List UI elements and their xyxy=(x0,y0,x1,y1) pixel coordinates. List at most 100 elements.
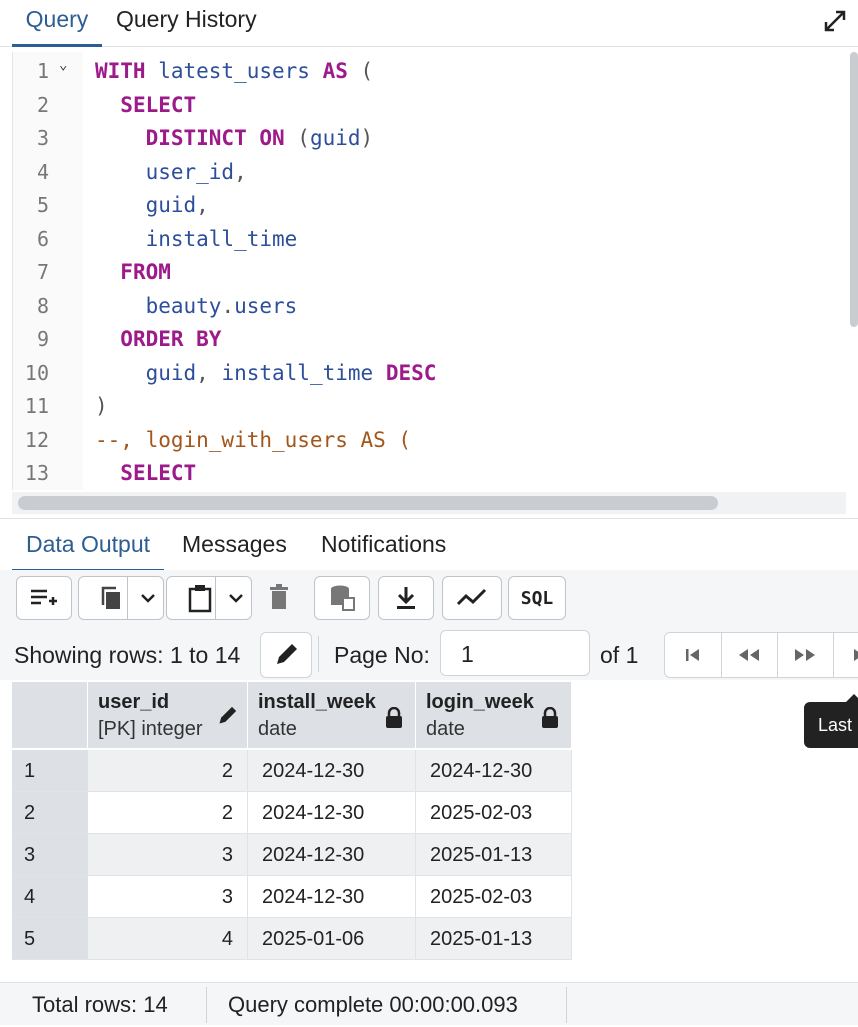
code-line[interactable]: 12 --, login_with_users AS ( xyxy=(13,424,847,457)
code-text: guid, install_time DESC xyxy=(95,357,437,390)
code-line[interactable]: 11) xyxy=(13,390,847,423)
column-name: install_week xyxy=(258,691,376,713)
code-line[interactable]: 9 ORDER BY xyxy=(13,323,847,356)
tab-query-history[interactable]: Query History xyxy=(116,0,257,44)
code-line[interactable]: 2 SELECT xyxy=(13,89,847,122)
pager-row: Showing rows: 1 to 14 Page No: 1 of 1 xyxy=(0,630,858,680)
database-save-icon xyxy=(331,585,355,611)
code-line[interactable]: 5 guid, xyxy=(13,189,847,222)
page-navigation xyxy=(664,632,858,678)
code-token: user_id xyxy=(145,159,235,184)
graph-visualiser-button[interactable] xyxy=(442,576,502,620)
line-number: 8 xyxy=(36,293,49,318)
add-row-button[interactable] xyxy=(16,576,72,620)
first-page-icon xyxy=(686,649,699,661)
cell-login-week[interactable]: 2025-02-03 xyxy=(416,876,572,918)
tab-data-output[interactable]: Data Output xyxy=(12,529,164,572)
rewind-icon xyxy=(739,649,759,661)
status-divider xyxy=(566,987,567,1023)
code-token: . xyxy=(221,293,235,318)
code-token: users xyxy=(234,293,298,318)
column-header-install-week[interactable]: install_week date xyxy=(248,682,416,748)
last-page-button[interactable] xyxy=(833,633,858,677)
tab-messages[interactable]: Messages xyxy=(182,529,287,569)
sql-button[interactable]: SQL xyxy=(508,576,566,620)
cell-login-week[interactable]: 2024-12-30 xyxy=(416,750,572,792)
last-page-icon xyxy=(854,649,858,661)
editor-vertical-scrollbar[interactable] xyxy=(850,52,858,327)
cell-install-week[interactable]: 2024-12-30 xyxy=(248,792,416,834)
delete-row-button[interactable] xyxy=(252,576,306,618)
row-number: 5 xyxy=(12,918,88,960)
save-data-button[interactable] xyxy=(314,576,370,620)
tab-query[interactable]: Query xyxy=(12,0,102,47)
cell-user-id[interactable]: 2 xyxy=(88,750,248,792)
cell-user-id[interactable]: 2 xyxy=(88,792,248,834)
code-line[interactable]: 3 DISTINCT ON (guid) xyxy=(13,122,847,155)
code-token: install_time xyxy=(145,226,298,251)
code-line[interactable]: 4 user_id, xyxy=(13,156,847,189)
table-row[interactable]: 2 2 2024-12-30 2025-02-03 xyxy=(12,792,572,834)
first-page-button[interactable] xyxy=(665,633,722,677)
sql-editor[interactable]: 1 ⌄ WITH latest_users AS (2 SELECT 3 DISTIN… xyxy=(12,52,847,490)
page-number-input[interactable]: 1 xyxy=(440,630,590,676)
code-line[interactable]: 7 FROM xyxy=(13,256,847,289)
code-text: install_time xyxy=(95,223,298,256)
chevron-down-icon[interactable] xyxy=(229,593,243,603)
cell-login-week[interactable]: 2025-01-13 xyxy=(416,918,572,960)
table-row[interactable]: 4 3 2024-12-30 2025-02-03 xyxy=(12,876,572,918)
cell-user-id[interactable]: 3 xyxy=(88,834,248,876)
code-line[interactable]: 1 ⌄ WITH latest_users AS ( xyxy=(13,55,847,88)
cell-user-id[interactable]: 4 xyxy=(88,918,248,960)
line-number: 10 xyxy=(24,360,49,385)
paste-button-group[interactable] xyxy=(166,576,252,620)
cell-install-week[interactable]: 2024-12-30 xyxy=(248,876,416,918)
code-line[interactable]: 6 install_time xyxy=(13,223,847,256)
code-token: SELECT xyxy=(120,92,197,117)
pencil-icon xyxy=(277,644,297,664)
row-number-header[interactable] xyxy=(12,682,88,748)
cell-user-id[interactable]: 3 xyxy=(88,876,248,918)
cell-login-week[interactable]: 2025-01-13 xyxy=(416,834,572,876)
tab-notifications[interactable]: Notifications xyxy=(321,529,446,569)
table-row[interactable]: 1 2 2024-12-30 2024-12-30 xyxy=(12,750,572,792)
cell-install-week[interactable]: 2025-01-06 xyxy=(248,918,416,960)
download-button[interactable] xyxy=(378,576,434,620)
copy-button-group[interactable] xyxy=(78,576,164,620)
column-header-login-week[interactable]: login_week date xyxy=(416,682,572,748)
previous-page-button[interactable] xyxy=(721,633,778,677)
line-number: 1 xyxy=(36,59,49,83)
row-number: 2 xyxy=(12,792,88,834)
code-token: ORDER BY xyxy=(120,327,222,351)
column-name: login_week xyxy=(426,691,534,713)
code-line[interactable]: 10 guid, install_time DESC xyxy=(13,357,847,390)
code-token: , xyxy=(196,193,209,217)
line-number: 6 xyxy=(36,226,49,251)
code-text: user_id, xyxy=(95,156,247,189)
column-header-user-id[interactable]: user_id [PK] integer xyxy=(88,682,248,748)
code-line[interactable]: 13 SELECT xyxy=(13,457,847,490)
query-status-text: Query complete 00:00:00.093 xyxy=(228,992,518,1017)
fold-chevron-icon[interactable]: ⌄ xyxy=(59,52,67,82)
cell-install-week[interactable]: 2024-12-30 xyxy=(248,834,416,876)
expand-icon[interactable] xyxy=(822,8,848,34)
next-page-button[interactable] xyxy=(777,633,834,677)
code-token: install_time xyxy=(221,360,386,385)
cell-install-week[interactable]: 2024-12-30 xyxy=(248,750,416,792)
code-text: ) xyxy=(95,390,108,423)
cell-login-week[interactable]: 2025-02-03 xyxy=(416,792,572,834)
table-row[interactable]: 3 3 2024-12-30 2025-01-13 xyxy=(12,834,572,876)
editor-horizontal-scrollbar[interactable] xyxy=(18,496,718,510)
trash-icon xyxy=(270,584,288,609)
table-row[interactable]: 5 4 2025-01-06 2025-01-13 xyxy=(12,918,572,960)
paste-icon xyxy=(188,585,212,613)
chevron-down-icon[interactable] xyxy=(141,593,155,603)
code-line[interactable]: 8 beauty.users xyxy=(13,290,847,323)
line-number: 12 xyxy=(24,427,49,452)
code-token: --, login_with_users AS ( xyxy=(95,427,412,452)
edit-rows-button[interactable] xyxy=(260,632,312,678)
line-number: 2 xyxy=(36,92,49,117)
